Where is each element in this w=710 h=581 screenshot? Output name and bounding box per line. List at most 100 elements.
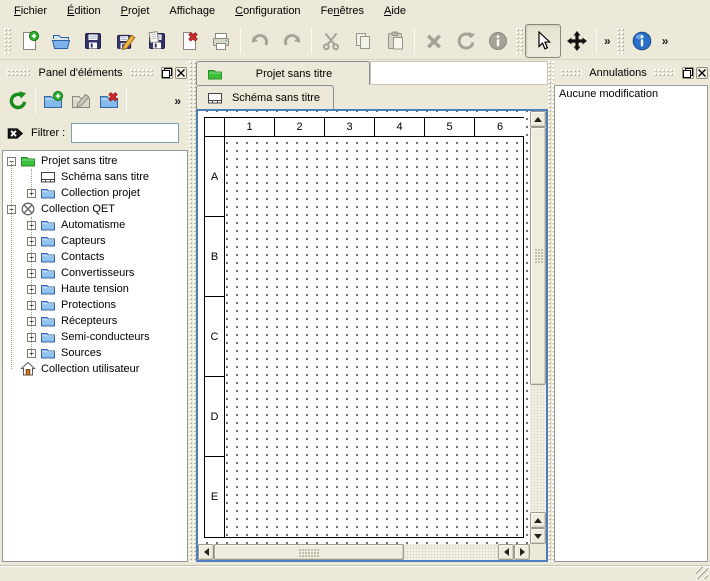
diagram-canvas[interactable]: 123456 ABCDE (198, 111, 530, 544)
toolbar-overflow-chevron[interactable]: » (658, 34, 673, 48)
tree-item-collection-qet[interactable]: −Collection QET (3, 201, 187, 217)
dock-drag-grip[interactable] (7, 69, 31, 77)
drawing-area[interactable] (225, 137, 523, 537)
scroll-right-button[interactable] (514, 544, 530, 560)
print-button[interactable] (205, 25, 237, 57)
new-document-button[interactable] (13, 25, 45, 57)
menu-projet[interactable]: Projet (111, 2, 160, 20)
new-category-button[interactable] (39, 87, 67, 115)
reload-collections-button[interactable] (4, 87, 32, 115)
main-toolbar: »» (0, 22, 710, 60)
rotate-icon (455, 30, 477, 52)
print-icon (210, 30, 232, 52)
tree-item-projet-sans-titre[interactable]: −Projet sans titre (3, 153, 187, 169)
tab-schema[interactable]: Schéma sans titre (196, 85, 334, 109)
menu-affichage[interactable]: Affichage (159, 2, 225, 20)
tree-item-label: Capteurs (61, 235, 106, 247)
toolbar-separator (126, 88, 127, 114)
vertical-scrollbar[interactable] (530, 111, 546, 544)
undo-list-item[interactable]: Aucune modification (555, 86, 707, 102)
close-document-button[interactable] (173, 25, 205, 57)
save-icon (82, 30, 104, 52)
vertical-scroll-thumb[interactable] (530, 127, 546, 385)
copy-button (347, 25, 379, 57)
dock-close-button[interactable] (696, 67, 708, 79)
diagram-view: 123456 ABCDE (196, 109, 548, 562)
dock-drag-grip[interactable] (561, 69, 582, 77)
tree-item-label: Haute tension (61, 283, 129, 295)
close-document-icon (178, 30, 200, 52)
schema-icon (40, 169, 56, 185)
horizontal-scroll-thumb[interactable] (214, 544, 404, 560)
horizontal-scroll-track[interactable] (214, 544, 498, 560)
sheet-column-3: 3 (325, 118, 375, 136)
tree-item-collection-utilisateur[interactable]: Collection utilisateur (3, 361, 187, 377)
clear-filter-icon[interactable] (6, 124, 25, 143)
menu-edition[interactable]: Édition (57, 2, 111, 20)
tree-item-label: Collection utilisateur (41, 363, 139, 375)
toolbar-handle[interactable] (4, 28, 11, 54)
selection-mode-button[interactable] (525, 24, 561, 58)
scroll-down-button[interactable] (530, 528, 546, 544)
delete-category-button[interactable] (95, 87, 123, 115)
refresh-icon (7, 90, 29, 112)
dock-drag-grip[interactable] (654, 69, 675, 77)
open-document-button[interactable] (45, 25, 77, 57)
tree-item-label: Contacts (61, 251, 104, 263)
horizontal-scrollbar[interactable] (198, 544, 530, 560)
info-gray-icon (487, 30, 509, 52)
pointer-icon (532, 30, 554, 52)
save-as-icon (114, 30, 136, 52)
sheet-row-E: E (205, 457, 224, 537)
toolbar-overflow-chevron[interactable]: » (170, 94, 185, 108)
filter-input[interactable] (71, 123, 179, 143)
folder-blue-icon (40, 217, 56, 233)
schema-icon (207, 90, 223, 106)
about-qet-button[interactable] (626, 25, 658, 57)
undo-panel-title: Annulations (587, 67, 649, 79)
undo-icon (249, 30, 271, 52)
menu-aide[interactable]: Aide (374, 2, 416, 20)
tabbar-empty-area (370, 61, 548, 85)
sheet-row-C: C (205, 297, 224, 377)
save-as-button[interactable] (109, 25, 141, 57)
scroll-up-button-2[interactable] (530, 512, 546, 528)
scroll-left-button[interactable] (198, 544, 214, 560)
tab-project[interactable]: Projet sans titre (196, 61, 370, 85)
schema-tabbar: Schéma sans titre (196, 85, 548, 109)
toolbar-overflow-chevron[interactable]: » (600, 34, 615, 48)
menu-configuration[interactable]: Configuration (225, 2, 310, 20)
menu-fenetres[interactable]: Fenêtres (311, 2, 374, 20)
copy-icon (352, 30, 374, 52)
undo-panel-titlebar[interactable]: Annulations (556, 64, 708, 82)
toolbar-handle[interactable] (617, 28, 624, 54)
redo-button (276, 25, 308, 57)
tree-guide-line (31, 217, 32, 353)
arrow-left-icon (204, 548, 209, 556)
save-button[interactable] (77, 25, 109, 57)
elements-panel-titlebar[interactable]: Panel d'éléments (2, 64, 187, 82)
save-all-icon (146, 30, 168, 52)
elements-panel-title: Panel d'éléments (36, 67, 124, 79)
scroll-left-button-2[interactable] (498, 544, 514, 560)
move-icon (566, 30, 588, 52)
folder-edit-icon (70, 90, 92, 112)
pan-mode-button[interactable] (561, 25, 593, 57)
tree-item-label: Récepteurs (61, 315, 117, 327)
info-blue-icon (631, 30, 653, 52)
dock-close-button[interactable] (175, 67, 187, 79)
scroll-up-button[interactable] (530, 111, 546, 127)
dock-drag-grip[interactable] (130, 69, 154, 77)
left-splitter[interactable] (189, 61, 196, 562)
save-all-button[interactable] (141, 25, 173, 57)
vertical-scroll-track[interactable] (530, 127, 546, 512)
tree-item-label: Schéma sans titre (61, 171, 149, 183)
menu-fichier[interactable]: Fichier (4, 2, 57, 20)
toolbar-handle[interactable] (516, 28, 523, 54)
arrow-left-icon (504, 548, 509, 556)
dock-float-button[interactable] (161, 67, 173, 79)
toolbar-separator (596, 28, 597, 54)
tree-item-label: Sources (61, 347, 101, 359)
dock-float-button[interactable] (682, 67, 694, 79)
resize-grip-icon[interactable] (696, 567, 708, 579)
